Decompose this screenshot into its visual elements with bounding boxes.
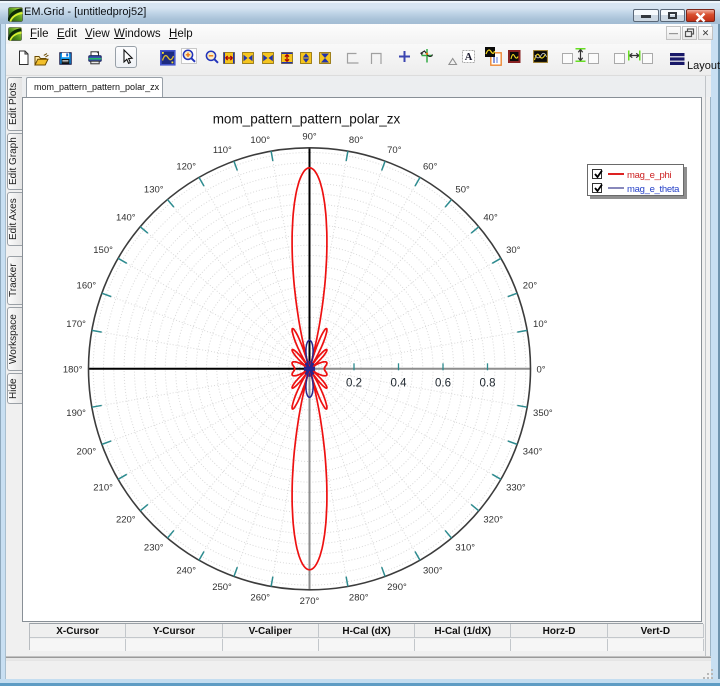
svg-text:230°: 230° [144, 543, 164, 554]
svg-text:mom_pattern_pattern_polar_zx: mom_pattern_pattern_polar_zx [213, 112, 401, 127]
svg-text:270°: 270° [300, 596, 320, 607]
svg-text:80°: 80° [349, 135, 364, 146]
svg-text:330°: 330° [506, 482, 526, 493]
svg-text:130°: 130° [144, 184, 164, 195]
svg-text:A: A [465, 52, 473, 63]
svg-text:280°: 280° [349, 592, 369, 603]
svg-text:320°: 320° [483, 515, 503, 526]
svg-text:60°: 60° [423, 162, 438, 173]
svg-text:340°: 340° [523, 446, 543, 457]
svg-text:160°: 160° [77, 281, 97, 292]
svg-text:240°: 240° [176, 565, 196, 576]
svg-text:20°: 20° [523, 281, 538, 292]
svg-text:260°: 260° [250, 592, 270, 603]
svg-text:290°: 290° [387, 582, 407, 593]
svg-text:150°: 150° [93, 245, 113, 256]
svg-text:0.6: 0.6 [435, 377, 451, 389]
svg-text:70°: 70° [387, 145, 402, 156]
svg-text:90°: 90° [302, 131, 317, 142]
svg-text:0.8: 0.8 [480, 377, 496, 389]
svg-text:140°: 140° [116, 212, 136, 223]
svg-text:200°: 200° [77, 446, 97, 457]
svg-text:120°: 120° [176, 162, 196, 173]
svg-text:250°: 250° [212, 582, 232, 593]
svg-text:210°: 210° [93, 482, 113, 493]
svg-text:50°: 50° [455, 184, 470, 195]
svg-text:300°: 300° [423, 565, 443, 576]
svg-text:0.4: 0.4 [391, 377, 408, 389]
svg-text:100°: 100° [250, 135, 270, 146]
svg-text:190°: 190° [66, 408, 86, 419]
svg-text:310°: 310° [455, 543, 475, 554]
svg-text:170°: 170° [66, 319, 86, 330]
svg-text:30°: 30° [506, 245, 521, 256]
svg-text:40°: 40° [483, 212, 498, 223]
svg-text:0°: 0° [537, 364, 546, 375]
svg-text:180°: 180° [63, 364, 83, 375]
svg-text:0.2: 0.2 [346, 377, 362, 389]
svg-text:350°: 350° [533, 408, 553, 419]
svg-text:10°: 10° [533, 319, 548, 330]
svg-text:110°: 110° [213, 145, 232, 156]
svg-text:220°: 220° [116, 515, 136, 526]
